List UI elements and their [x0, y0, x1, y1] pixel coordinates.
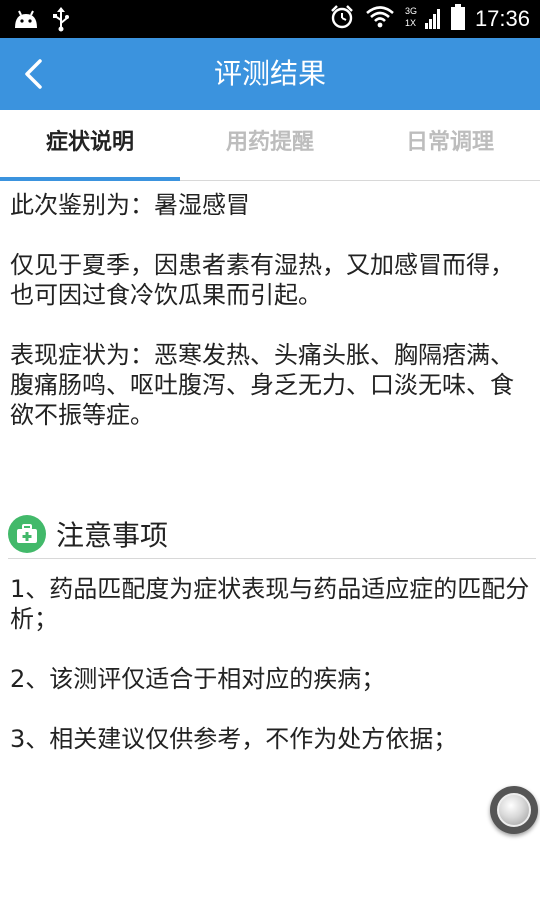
network-type-label: 3G [404, 6, 417, 16]
notice-title: 注意事项 [56, 519, 169, 552]
tab-bar: 症状说明 用药提醒 日常调理 [0, 110, 540, 181]
status-bar-right: 3G 1X 17:36 [329, 4, 530, 34]
symptoms-text: 表现症状为：恶寒发热、头痛头胀、胸隔痞满、腹痛肠鸣、呕吐腹泻、身乏无力、口淡无味… [10, 341, 514, 429]
floating-assistant-button[interactable] [490, 786, 538, 834]
wifi-icon [365, 5, 395, 33]
app-header: 评测结果 [0, 38, 540, 110]
medical-kit-icon [8, 515, 46, 553]
status-time: 17:36 [474, 6, 530, 31]
network-type-label-2: 1X [404, 18, 416, 28]
status-bar-left [12, 6, 70, 36]
diagnosis-text: 此次鉴别为：暑湿感冒 [10, 191, 250, 219]
tab-daily-care[interactable]: 日常调理 [360, 110, 540, 180]
tab-symptom-description[interactable]: 症状说明 [0, 110, 180, 181]
status-bar: 3G 1X 17:36 [0, 0, 540, 38]
tab-medication-reminder[interactable]: 用药提醒 [180, 110, 360, 180]
android-icon [12, 8, 40, 34]
notice-section-header: 注意事项 [8, 510, 536, 559]
alarm-icon [329, 4, 355, 34]
notice-item: 3、相关建议仅供参考，不作为处方依据； [10, 725, 458, 753]
usb-icon [52, 6, 70, 36]
notice-item: 2、该测评仅适合于相对应的疾病； [10, 665, 386, 693]
notice-item: 1、药品匹配度为症状表现与药品适应症的匹配分析； [10, 575, 530, 633]
symptom-content: 此次鉴别为：暑湿感冒 仅见于夏季，因患者素有湿热，又加感冒而得，也可因过食冷饮瓜… [10, 190, 530, 460]
notice-list: 1、药品匹配度为症状表现与药品适应症的匹配分析； 2、该测评仅适合于相对应的疾病… [10, 574, 530, 784]
battery-icon [450, 4, 465, 34]
cellular-signal-icon: 3G 1X [405, 5, 441, 33]
description-text: 仅见于夏季，因患者素有湿热，又加感冒而得，也可因过食冷饮瓜果而引起。 [10, 251, 514, 309]
page-title: 评测结果 [213, 57, 326, 90]
assistive-touch-icon [497, 793, 531, 827]
